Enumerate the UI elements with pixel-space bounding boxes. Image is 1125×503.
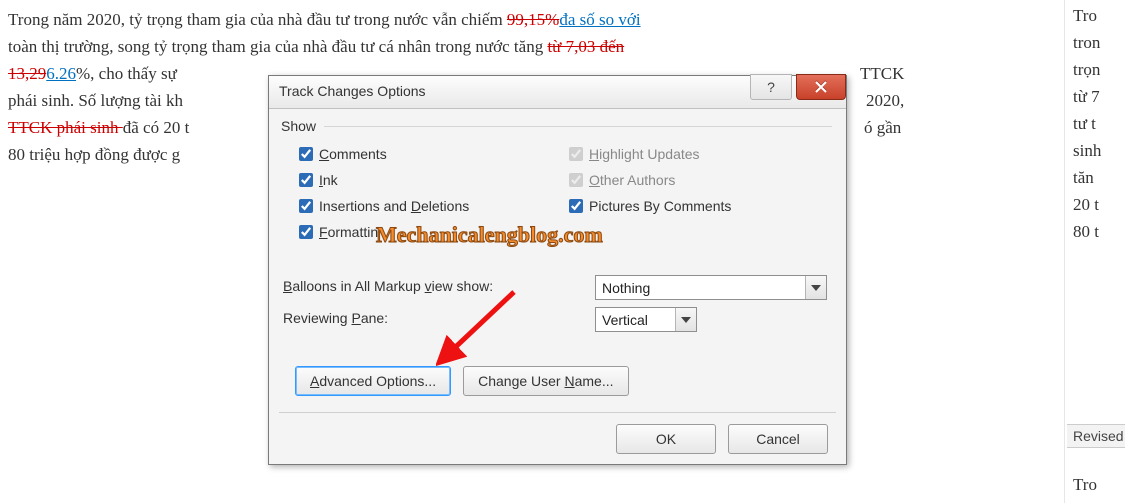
doc-fragment: trọn [1073,60,1100,80]
doc-text: đã có 20 t [123,118,190,137]
comments-checkbox-input[interactable] [299,147,313,161]
insertions-deletions-checkbox[interactable]: Insertions and Deletions [299,198,469,214]
ok-button[interactable]: OK [616,424,716,454]
reviewing-pane-value: Vertical [596,312,675,328]
doc-text: toàn thị trường, song tỷ trọng tham gia … [8,37,547,56]
dialog-titlebar[interactable]: Track Changes Options ? [269,76,846,109]
help-icon: ? [767,79,775,95]
track-changes-options-dialog: Track Changes Options ? Show Comments In… [268,75,847,465]
advanced-options-button[interactable]: Advanced Options... [295,366,451,396]
doc-fragment: tron [1073,33,1100,53]
doc-fragment: sinh [1073,141,1101,161]
deletion-text: 13,29 [8,64,46,83]
insertions-deletions-checkbox-input[interactable] [299,199,313,213]
chevron-down-icon [805,276,826,299]
ink-checkbox[interactable]: Ink [299,172,338,188]
right-pane-slice: Tro tron trọn từ 7 tư t sinh tăn 20 t 80… [1064,0,1125,503]
separator [279,412,836,413]
doc-fragment: tăn [1073,168,1094,188]
dialog-title: Track Changes Options [279,83,426,99]
deletion-text: TTCK phái sinh [8,118,123,137]
doc-text: 80 triệu hợp đồng được g [8,145,180,164]
comments-checkbox[interactable]: Comments [299,146,387,162]
doc-text: phái sinh. Số lượng tài kh [8,91,183,110]
chevron-down-icon [675,308,696,331]
highlight-updates-checkbox: Highlight Updates [569,146,700,162]
doc-fragment: tư t [1073,114,1096,134]
other-authors-checkbox: Other Authors [569,172,675,188]
formatting-checkbox[interactable]: Formattin [299,224,378,240]
show-group-label: Show [281,118,316,134]
balloons-combobox[interactable]: Nothing [595,275,827,300]
doc-fragment: 80 t [1073,222,1099,242]
formatting-checkbox-input[interactable] [299,225,313,239]
reviewing-pane-combobox[interactable]: Vertical [595,307,697,332]
cancel-button[interactable]: Cancel [728,424,828,454]
pictures-by-comments-checkbox-input[interactable] [569,199,583,213]
revised-document-label: Revised Doc [1067,424,1125,448]
ink-checkbox-input[interactable] [299,173,313,187]
group-rule [324,126,832,127]
other-authors-checkbox-input [569,173,583,187]
doc-fragment: từ 7 [1073,87,1100,107]
deletion-text: từ 7,03 đến [547,37,624,56]
insertion-text: đa số so với [559,10,640,29]
doc-fragment: 20 t [1073,195,1099,215]
doc-text: %, cho thấy sự [76,64,177,83]
balloons-value: Nothing [596,280,805,296]
change-user-name-button[interactable]: Change User Name... [463,366,628,396]
close-button[interactable] [796,74,846,100]
doc-fragment: Tro [1073,6,1097,26]
close-icon [815,81,827,93]
reviewing-pane-label: Reviewing Pane: [283,310,388,326]
doc-text: ó gần [864,114,901,141]
highlight-updates-checkbox-input [569,147,583,161]
doc-text: Trong năm 2020, tỷ trọng tham gia của nh… [8,10,507,29]
deletion-text: 99,15% [507,10,559,29]
insertion-text: 6.26 [46,64,76,83]
pictures-by-comments-checkbox[interactable]: Pictures By Comments [569,198,731,214]
doc-fragment: Tro [1073,475,1097,495]
doc-text: TTCK [860,60,904,87]
help-button[interactable]: ? [750,74,792,100]
doc-text: 2020, [866,87,904,114]
balloons-label: Balloons in All Markup view show: [283,278,493,294]
